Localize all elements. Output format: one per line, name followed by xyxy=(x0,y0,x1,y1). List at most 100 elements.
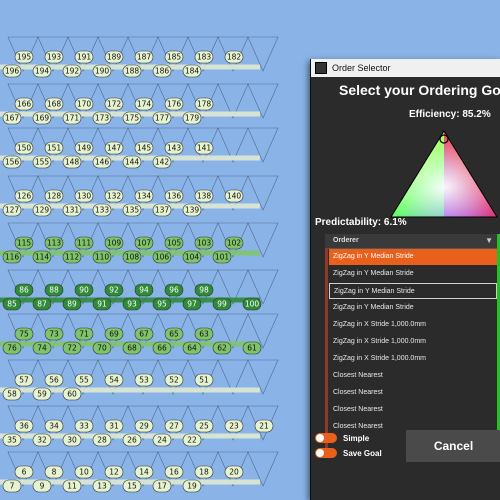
node-label[interactable]: 23 xyxy=(224,419,244,433)
node-label[interactable]: 65 xyxy=(164,327,184,341)
node-label[interactable]: 195 xyxy=(14,50,34,64)
node-label[interactable]: 53 xyxy=(134,373,154,387)
node-label[interactable]: 186 xyxy=(152,64,172,78)
node-label[interactable]: 54 xyxy=(104,373,124,387)
node-label[interactable]: 52 xyxy=(164,373,184,387)
node-label[interactable]: 35 xyxy=(2,433,22,447)
node-label[interactable]: 182 xyxy=(224,50,244,64)
node-label[interactable]: 32 xyxy=(32,433,52,447)
node-label[interactable]: 12 xyxy=(104,465,124,479)
node-label[interactable]: 140 xyxy=(224,189,244,203)
orderer-row[interactable]: ZigZag in X Stride 1,000.0mm xyxy=(329,317,497,333)
node-label[interactable]: 72 xyxy=(62,341,82,355)
node-label[interactable]: 171 xyxy=(62,111,82,125)
orderer-row[interactable]: Closest Nearest xyxy=(329,402,497,418)
node-label[interactable]: 109 xyxy=(104,236,124,250)
node-label[interactable]: 178 xyxy=(194,97,214,111)
node-label[interactable]: 193 xyxy=(44,50,64,64)
node-label[interactable]: 51 xyxy=(194,373,214,387)
node-label[interactable]: 90 xyxy=(74,283,94,297)
orderer-row[interactable]: Closest Nearest xyxy=(329,385,497,401)
node-label[interactable]: 76 xyxy=(2,341,22,355)
node-label[interactable]: 6 xyxy=(14,465,34,479)
node-label[interactable]: 150 xyxy=(14,141,34,155)
node-label[interactable]: 58 xyxy=(2,387,22,401)
node-label[interactable]: 133 xyxy=(92,203,112,217)
node-label[interactable]: 175 xyxy=(122,111,142,125)
orderer-row[interactable]: Closest Nearest xyxy=(329,368,497,384)
node-label[interactable]: 21 xyxy=(254,419,274,433)
node-label[interactable]: 13 xyxy=(92,479,112,493)
node-label[interactable]: 106 xyxy=(152,250,172,264)
node-label[interactable]: 149 xyxy=(74,141,94,155)
node-label[interactable]: 74 xyxy=(32,341,52,355)
node-label[interactable]: 8 xyxy=(44,465,64,479)
node-label[interactable]: 56 xyxy=(44,373,64,387)
node-label[interactable]: 96 xyxy=(164,283,184,297)
node-label[interactable]: 143 xyxy=(164,141,184,155)
node-label[interactable]: 22 xyxy=(182,433,202,447)
node-label[interactable]: 9 xyxy=(32,479,52,493)
node-label[interactable]: 113 xyxy=(44,236,64,250)
node-label[interactable]: 135 xyxy=(122,203,142,217)
node-label[interactable]: 10 xyxy=(74,465,94,479)
node-label[interactable]: 187 xyxy=(134,50,154,64)
orderer-row[interactable]: ZigZag in X Stride 1,000.0mm xyxy=(329,351,497,367)
node-label[interactable]: 70 xyxy=(92,341,112,355)
node-label[interactable]: 86 xyxy=(14,283,34,297)
node-label[interactable]: 73 xyxy=(44,327,64,341)
node-label[interactable]: 66 xyxy=(152,341,172,355)
filter-icon[interactable]: ▼ xyxy=(485,236,493,245)
node-label[interactable]: 128 xyxy=(44,189,64,203)
node-label[interactable]: 196 xyxy=(2,64,22,78)
node-label[interactable]: 31 xyxy=(104,419,124,433)
node-label[interactable]: 55 xyxy=(74,373,94,387)
node-label[interactable]: 98 xyxy=(194,283,214,297)
node-label[interactable]: 114 xyxy=(32,250,52,264)
node-label[interactable]: 179 xyxy=(182,111,202,125)
node-label[interactable]: 68 xyxy=(122,341,142,355)
cancel-button[interactable]: Cancel xyxy=(406,430,500,462)
orderer-row[interactable]: ZigZag in Y Median Stride xyxy=(329,266,497,282)
node-label[interactable]: 27 xyxy=(164,419,184,433)
node-label[interactable]: 92 xyxy=(104,283,124,297)
orderer-row[interactable]: ZigZag in Y Median Stride xyxy=(329,283,497,299)
node-label[interactable]: 94 xyxy=(134,283,154,297)
node-label[interactable]: 28 xyxy=(92,433,112,447)
node-label[interactable]: 16 xyxy=(164,465,184,479)
node-label[interactable]: 85 xyxy=(2,297,22,311)
node-label[interactable]: 131 xyxy=(62,203,82,217)
node-label[interactable]: 191 xyxy=(74,50,94,64)
node-label[interactable]: 188 xyxy=(122,64,142,78)
node-label[interactable]: 132 xyxy=(104,189,124,203)
node-label[interactable]: 139 xyxy=(182,203,202,217)
node-label[interactable]: 101 xyxy=(212,250,232,264)
node-label[interactable]: 95 xyxy=(152,297,172,311)
node-label[interactable]: 100 xyxy=(242,297,262,311)
node-label[interactable]: 138 xyxy=(194,189,214,203)
node-label[interactable]: 107 xyxy=(134,236,154,250)
node-label[interactable]: 17 xyxy=(152,479,172,493)
node-label[interactable]: 103 xyxy=(194,236,214,250)
node-label[interactable]: 189 xyxy=(104,50,124,64)
node-label[interactable]: 19 xyxy=(182,479,202,493)
node-label[interactable]: 184 xyxy=(182,64,202,78)
node-label[interactable]: 112 xyxy=(62,250,82,264)
node-label[interactable]: 177 xyxy=(152,111,172,125)
node-label[interactable]: 26 xyxy=(122,433,142,447)
node-label[interactable]: 89 xyxy=(62,297,82,311)
node-label[interactable]: 30 xyxy=(62,433,82,447)
node-label[interactable]: 141 xyxy=(194,141,214,155)
node-label[interactable]: 172 xyxy=(104,97,124,111)
node-label[interactable]: 64 xyxy=(182,341,202,355)
node-label[interactable]: 170 xyxy=(74,97,94,111)
node-label[interactable]: 59 xyxy=(32,387,52,401)
node-label[interactable]: 69 xyxy=(104,327,124,341)
save-goal-toggle[interactable]: Save Goal xyxy=(315,447,382,459)
node-label[interactable]: 176 xyxy=(164,97,184,111)
node-label[interactable]: 183 xyxy=(194,50,214,64)
node-label[interactable]: 127 xyxy=(2,203,22,217)
orderer-row[interactable]: ZigZag in Y Median Stride xyxy=(329,249,497,265)
node-label[interactable]: 134 xyxy=(134,189,154,203)
node-label[interactable]: 166 xyxy=(14,97,34,111)
